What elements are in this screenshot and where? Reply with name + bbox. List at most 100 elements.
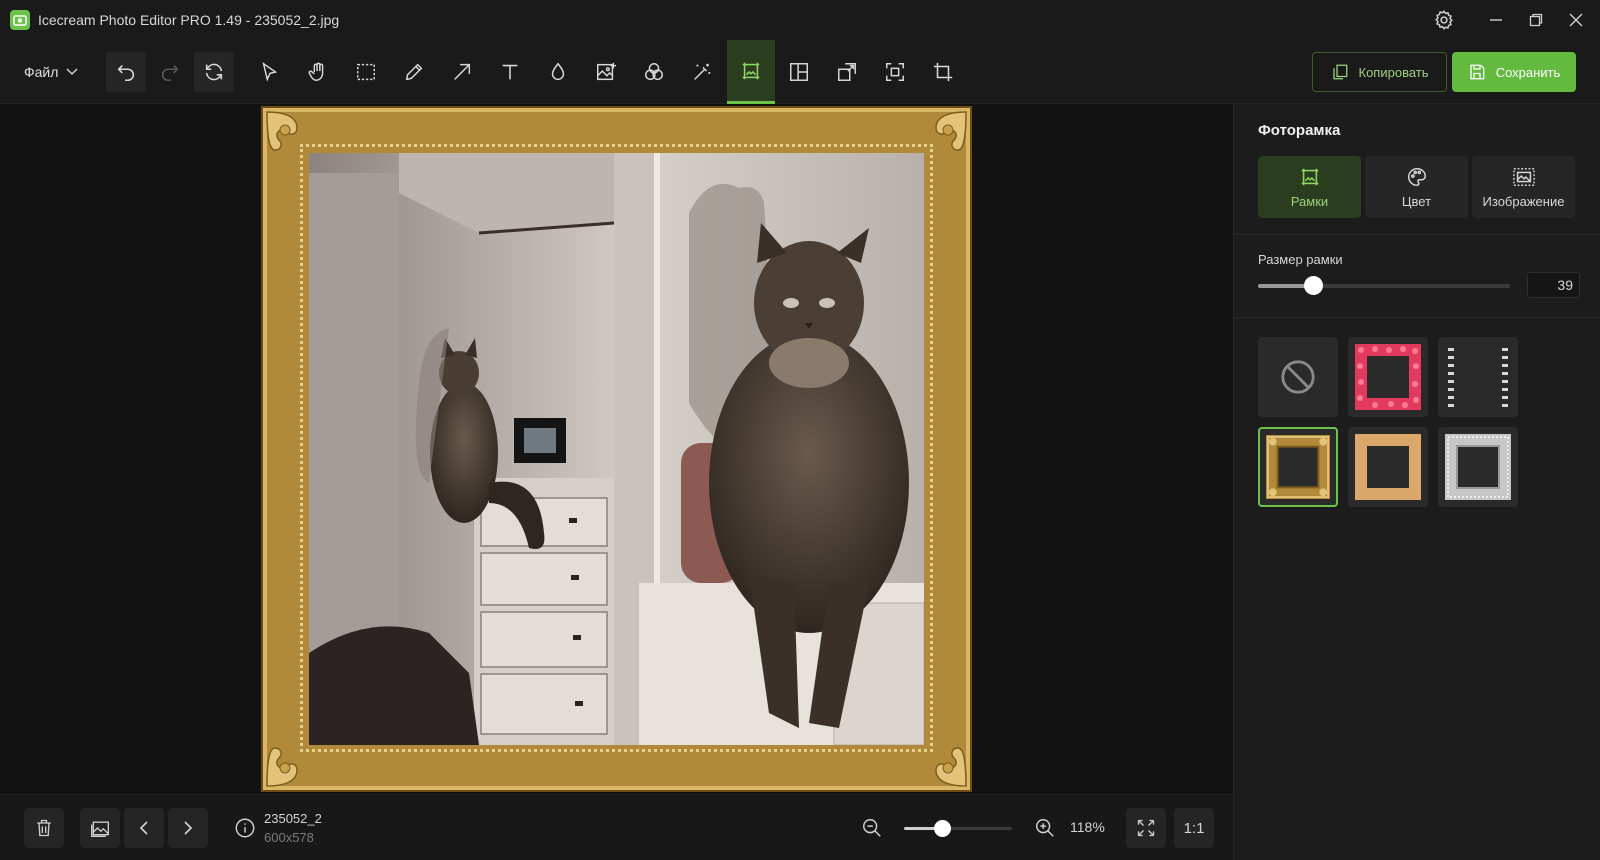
tab-color[interactable]: Цвет — [1365, 156, 1468, 218]
photo-frame-icon — [742, 62, 760, 79]
frame-size-label: Размер рамки — [1258, 252, 1343, 267]
copy-icon — [1332, 64, 1347, 80]
undo-icon — [117, 65, 135, 82]
rect-select-tool[interactable] — [346, 52, 386, 92]
wood-frame-preview — [1355, 434, 1421, 500]
no-frame-icon — [1281, 360, 1315, 394]
tab-color-label: Цвет — [1401, 193, 1432, 209]
silver-frame-preview — [1445, 434, 1511, 500]
image-canvas[interactable] — [0, 104, 1233, 794]
resize-icon — [838, 63, 856, 81]
save-button[interactable]: Сохранить — [1452, 52, 1576, 92]
frame-size-slider-thumb[interactable] — [1304, 276, 1324, 295]
crop-selection-tool[interactable] — [875, 52, 915, 92]
cursor-icon — [262, 62, 278, 82]
tab-frames-label: Рамки — [1290, 193, 1329, 209]
undo-button[interactable] — [106, 52, 146, 92]
app-logo-icon — [10, 10, 30, 30]
divider — [1234, 234, 1600, 235]
divider — [1234, 317, 1600, 318]
frame-silver-option[interactable] — [1438, 427, 1518, 507]
select-tool[interactable] — [250, 52, 290, 92]
gallery-button[interactable] — [80, 808, 120, 848]
arrow-icon — [454, 63, 471, 80]
zoom-slider[interactable] — [904, 820, 1012, 837]
fit-screen-button[interactable] — [1126, 808, 1166, 848]
frame-none-option[interactable] — [1258, 337, 1338, 417]
crop-tool[interactable] — [923, 52, 963, 92]
app-window: Icecream Photo Editor PRO 1.49 - 235052_… — [0, 0, 1600, 860]
filters-icon — [645, 63, 663, 81]
palette-icon — [1407, 167, 1426, 186]
info-icon[interactable] — [234, 817, 256, 839]
file-name: 235052_2 — [264, 811, 322, 826]
file-dimensions: 600x578 — [264, 830, 314, 845]
gallery-icon — [91, 821, 110, 837]
delete-button[interactable] — [24, 808, 64, 848]
previous-image-button[interactable] — [124, 808, 164, 848]
title-bar: Icecream Photo Editor PRO 1.49 - 235052_… — [0, 0, 1600, 40]
gold-frame-preview — [1266, 435, 1330, 499]
settings-icon[interactable] — [1424, 0, 1464, 40]
filters-tool[interactable] — [634, 52, 674, 92]
image-add-icon — [597, 62, 617, 81]
trash-icon — [37, 819, 51, 837]
redo-button[interactable] — [150, 52, 190, 92]
image-frame-icon — [1512, 167, 1535, 186]
collage-tool[interactable] — [779, 52, 819, 92]
text-icon — [502, 64, 518, 80]
chevron-right-icon — [184, 821, 193, 835]
red-flower-frame-preview — [1355, 344, 1421, 410]
frame-icon — [1301, 168, 1318, 185]
file-menu[interactable]: Файл — [16, 54, 86, 90]
file-menu-label: Файл — [24, 64, 59, 80]
tab-image[interactable]: Изображение — [1472, 156, 1575, 218]
drop-icon — [551, 62, 565, 80]
close-button[interactable] — [1556, 0, 1596, 40]
photo-frame-panel: Фоторамка Рамки Цвет Изображение Размер … — [1233, 104, 1600, 860]
save-icon — [1470, 64, 1485, 80]
text-tool[interactable] — [490, 52, 530, 92]
reset-button[interactable] — [194, 52, 234, 92]
restore-button[interactable] — [1516, 0, 1556, 40]
frame-size-slider[interactable] — [1258, 276, 1510, 295]
tab-frames[interactable]: Рамки — [1258, 156, 1361, 218]
bottom-bar: 235052_2 600x578 118% 1:1 — [0, 794, 1233, 860]
window-title: Icecream Photo Editor PRO 1.49 - 235052_… — [38, 12, 340, 28]
actual-size-label: 1:1 — [1183, 819, 1205, 837]
chevron-left-icon — [139, 821, 148, 835]
magic-wand-tool[interactable] — [682, 52, 722, 92]
magic-wand-icon — [694, 63, 711, 80]
hand-icon — [308, 62, 324, 81]
panel-title: Фоторамка — [1258, 122, 1341, 139]
film-strip-frame-preview — [1445, 344, 1511, 410]
tab-image-label: Изображение — [1482, 193, 1565, 209]
resize-tool[interactable] — [827, 52, 867, 92]
hand-tool[interactable] — [298, 52, 338, 92]
actual-size-button[interactable]: 1:1 — [1174, 808, 1214, 848]
minimize-button[interactable] — [1476, 0, 1516, 40]
frame-red-flowers-option[interactable] — [1348, 337, 1428, 417]
photo-frame-tool[interactable] — [727, 40, 775, 104]
refresh-icon — [205, 63, 223, 81]
frame-wood-option[interactable] — [1348, 427, 1428, 507]
marquee-icon — [357, 63, 375, 81]
frame-film-strip-option[interactable] — [1438, 337, 1518, 417]
zoom-out-icon[interactable] — [861, 817, 883, 839]
pencil-icon — [405, 63, 423, 81]
next-image-button[interactable] — [168, 808, 208, 848]
frame-size-input[interactable] — [1527, 272, 1580, 298]
copy-button[interactable]: Копировать — [1312, 52, 1447, 92]
image-add-tool[interactable] — [586, 52, 626, 92]
crop-selection-icon — [886, 63, 904, 81]
zoom-in-icon[interactable] — [1034, 817, 1056, 839]
photo-content — [309, 153, 924, 745]
frame-gold-ornate-option[interactable] — [1258, 427, 1338, 507]
zoom-slider-thumb[interactable] — [933, 820, 951, 837]
drop-tool[interactable] — [538, 52, 578, 92]
pencil-tool[interactable] — [394, 52, 434, 92]
arrow-tool[interactable] — [442, 52, 482, 92]
save-label: Сохранить — [1495, 64, 1561, 80]
chevron-down-icon — [66, 68, 78, 76]
copy-label: Копировать — [1358, 64, 1429, 80]
